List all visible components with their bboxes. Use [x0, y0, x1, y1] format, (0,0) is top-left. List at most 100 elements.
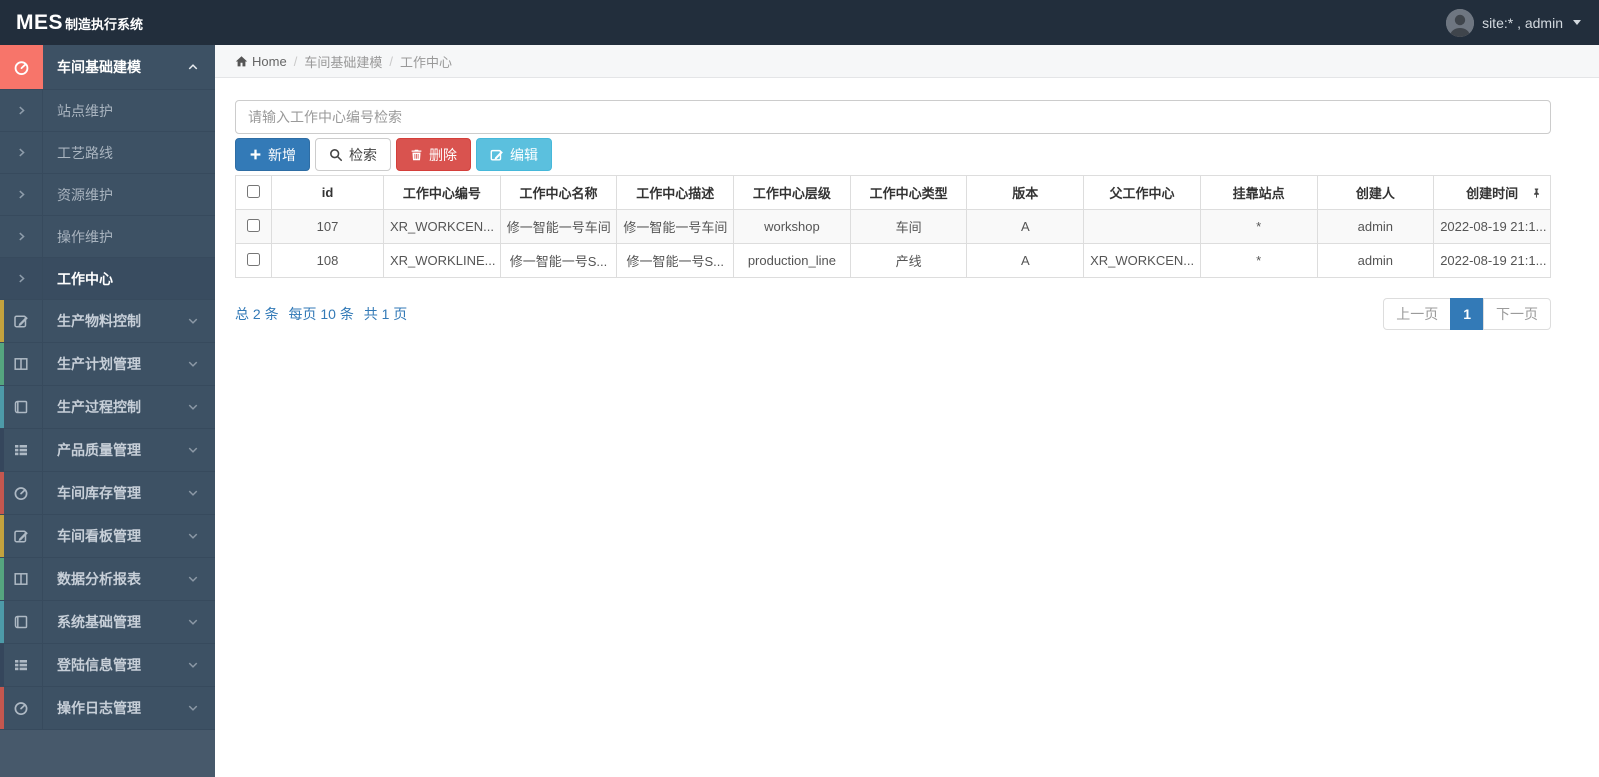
- toolbar: 新增 检索 删除 编辑: [235, 138, 1551, 171]
- work-center-table: id 工作中心编号 工作中心名称 工作中心描述 工作中心层级 工作中心类型 版本…: [235, 175, 1551, 278]
- sidebar-item-label: 系统基础管理: [57, 614, 141, 630]
- cell-level: workshop: [733, 209, 851, 244]
- cell-created-time: 2022-08-19 21:1...: [1433, 209, 1551, 244]
- sidebar-item-board-management[interactable]: 车间看板管理: [0, 515, 215, 558]
- sidebar-item-label: 资源维护: [57, 186, 113, 203]
- sidebar-item-plan-management[interactable]: 生产计划管理: [0, 343, 215, 386]
- sidebar-item-material-control[interactable]: 生产物料控制: [0, 300, 215, 343]
- chevron-right-icon: [0, 216, 43, 257]
- add-button[interactable]: 新增: [235, 138, 310, 171]
- column-header-level: 工作中心层级: [733, 175, 851, 210]
- chevron-right-icon: [0, 258, 43, 299]
- breadcrumb: Home / 车间基础建模 / 工作中心: [215, 45, 1599, 78]
- column-header-parent: 父工作中心: [1083, 175, 1201, 210]
- breadcrumb-current: 工作中心: [399, 54, 452, 70]
- sidebar-item-system-management[interactable]: 系统基础管理: [0, 601, 215, 644]
- column-header-station: 挂靠站点: [1199, 175, 1318, 210]
- chevron-down-icon: [187, 515, 199, 557]
- pagination: 上一页 1 下一页: [1383, 298, 1551, 330]
- sidebar-item-label: 生产过程控制: [57, 399, 141, 415]
- summary-pages: 共 1 页: [363, 306, 408, 322]
- top-navbar: MES 制造执行系统 site:* , admin: [0, 0, 1599, 45]
- table-header-row: id 工作中心编号 工作中心名称 工作中心描述 工作中心层级 工作中心类型 版本…: [235, 175, 1551, 210]
- sidebar-item-label: 工作中心: [57, 270, 113, 287]
- sidebar-item-label: 登陆信息管理: [57, 657, 141, 673]
- sidebar-item-process-route[interactable]: 工艺路线: [0, 132, 215, 174]
- sidebar-item-label: 生产计划管理: [57, 356, 141, 372]
- brand-subtitle: 制造执行系统: [65, 16, 144, 32]
- sidebar-item-quality-management[interactable]: 产品质量管理: [0, 429, 215, 472]
- sidebar-item-process-control[interactable]: 生产过程控制: [0, 386, 215, 429]
- search-icon: [330, 148, 343, 161]
- chevron-down-icon: [187, 429, 199, 471]
- column-header-name: 工作中心名称: [499, 175, 618, 210]
- cell-code: XR_WORKLINE...: [383, 243, 501, 278]
- tachometer-icon: [0, 472, 43, 514]
- chevron-down-icon: [187, 558, 199, 600]
- cell-station: *: [1199, 209, 1318, 244]
- trash-icon: [411, 149, 422, 160]
- chevron-up-icon: [187, 45, 199, 89]
- sidebar-item-operation-log[interactable]: 操作日志管理: [0, 687, 215, 730]
- sidebar-item-resource-maintenance[interactable]: 资源维护: [0, 174, 215, 216]
- cell-desc: 修一智能一号车间: [616, 209, 735, 244]
- column-header-type: 工作中心类型: [849, 175, 968, 210]
- delete-button[interactable]: 删除: [396, 138, 471, 171]
- table-row[interactable]: 107 XR_WORKCEN... 修一智能一号车间 修一智能一号车间 work…: [235, 209, 1551, 244]
- sidebar-item-data-analysis[interactable]: 数据分析报表: [0, 558, 215, 601]
- list-icon: [0, 429, 43, 471]
- edit-square-icon: [490, 149, 503, 161]
- chevron-right-icon: [0, 90, 43, 131]
- chevron-right-icon: [0, 132, 43, 173]
- breadcrumb-level1[interactable]: 车间基础建模: [304, 52, 382, 71]
- plus-icon: [250, 149, 261, 160]
- table-row[interactable]: 108 XR_WORKLINE... 修一智能一号S... 修一智能一号S...…: [235, 243, 1551, 278]
- sidebar-item-login-info[interactable]: 登陆信息管理: [0, 644, 215, 687]
- columns-icon: [0, 343, 43, 385]
- sidebar-item-inventory-management[interactable]: 车间库存管理: [0, 472, 215, 515]
- select-all-cell: [235, 175, 272, 210]
- summary-total: 总 2 条: [235, 306, 279, 322]
- breadcrumb-separator: /: [293, 53, 298, 69]
- search-input[interactable]: [235, 100, 1551, 134]
- sidebar-item-work-center[interactable]: 工作中心: [0, 258, 215, 300]
- sidebar-item-label: 操作维护: [57, 228, 113, 245]
- page-1-button[interactable]: 1: [1450, 298, 1484, 330]
- prev-page-button[interactable]: 上一页: [1383, 298, 1452, 330]
- home-icon: [235, 55, 248, 66]
- sidebar-item-station-maintenance[interactable]: 站点维护: [0, 90, 215, 132]
- sidebar-item-label: 生产物料控制: [57, 313, 141, 329]
- chevron-down-icon: [187, 472, 199, 514]
- row-checkbox[interactable]: [247, 218, 260, 232]
- sidebar-item-operation-maintenance[interactable]: 操作维护: [0, 216, 215, 258]
- cell-station: *: [1199, 243, 1318, 278]
- sidebar-item-label: 工艺路线: [57, 144, 113, 161]
- user-menu[interactable]: site:* , admin: [1446, 8, 1581, 37]
- sidebar-item-label: 车间库存管理: [57, 485, 141, 501]
- sidebar-item-label: 数据分析报表: [57, 571, 141, 587]
- column-header-id: id: [271, 175, 384, 210]
- breadcrumb-home[interactable]: Home: [235, 54, 287, 69]
- cell-code: XR_WORKCEN...: [383, 209, 501, 244]
- column-header-version: 版本: [966, 175, 1085, 210]
- summary-per-page: 每页 10 条: [288, 306, 354, 322]
- column-header-creator: 创建人: [1316, 175, 1435, 210]
- next-page-button[interactable]: 下一页: [1483, 298, 1551, 330]
- edit-icon: [0, 300, 43, 342]
- cell-name: 修一智能一号车间: [499, 209, 618, 244]
- columns-icon: [0, 558, 43, 600]
- cell-version: A: [966, 209, 1085, 244]
- sidebar-item-workshop-modeling[interactable]: 车间基础建模: [0, 45, 215, 90]
- cell-creator: admin: [1316, 209, 1435, 244]
- pin-icon[interactable]: [1531, 187, 1542, 199]
- chevron-down-icon: [187, 644, 199, 686]
- cell-type: 车间: [849, 209, 968, 244]
- avatar: [1446, 8, 1475, 37]
- edit-button[interactable]: 编辑: [476, 138, 552, 171]
- cell-desc: 修一智能一号S...: [616, 243, 735, 278]
- row-checkbox[interactable]: [247, 252, 260, 266]
- select-all-checkbox[interactable]: [247, 184, 260, 198]
- sidebar-item-label: 车间基础建模: [57, 59, 141, 75]
- chevron-down-icon: [187, 601, 199, 643]
- search-button[interactable]: 检索: [315, 138, 391, 171]
